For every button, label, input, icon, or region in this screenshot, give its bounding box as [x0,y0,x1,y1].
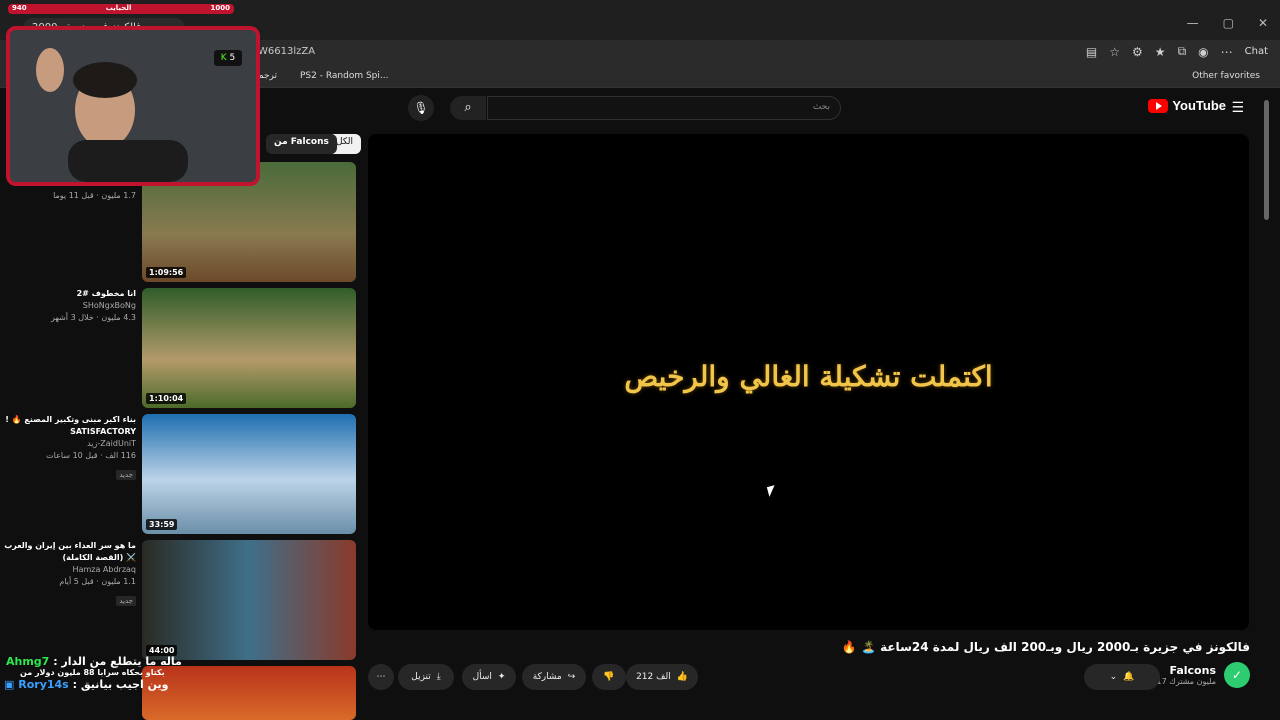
video-duration: 33:59 [146,519,178,530]
chat-message: ▣ Rory14s : وين اجيب بيانيق [4,678,168,691]
screen: فالكونز في جزيرة بـ2000 — ▢ ✕ W6613lzZA … [0,0,1280,720]
download-label: تنزيل [411,672,431,682]
download-button[interactable]: تنزيل ⤓ [398,664,454,690]
goal-current: 940 [12,4,27,12]
minimize-icon[interactable]: — [1187,16,1199,30]
video-duration: 1:10:04 [146,393,187,404]
like-count: 212 الف [636,672,671,682]
video-meta: انا مخطوف #2 SHoNgxBoNg 4.3 مليون · خلال… [2,288,136,324]
chat-username: Rory14s [18,678,69,691]
reader-icon[interactable]: ▤ [1086,45,1097,59]
channel-avatar[interactable]: ✓ [1224,662,1250,688]
favorites-icon[interactable]: ★ [1155,45,1166,59]
search-input[interactable]: بحث [487,96,841,120]
share-button[interactable]: مشاركة ↪ [522,664,586,690]
video-meta: 1.7 مليون · قبل 11 يوما [2,190,136,202]
chat-message: بكتاو بحكاه سرابا 88 مليون دولار من [20,668,165,677]
toolbar-icons: ▤ ☆ ⚙ ★ ⧉ ◉ ⋯ Chat [1086,44,1268,59]
video-views: 1.7 مليون · قبل 11 يوما [53,191,136,200]
chip-from-falcons[interactable]: من Falcons [266,134,337,154]
bell-icon: 🔔 [1123,672,1135,682]
video-title[interactable]: ما هو سر العداء بين إيران والعرب ⚔️ (الق… [2,540,136,564]
bookmark-translate[interactable]: ترجم [258,71,277,81]
bookmark-ps2[interactable]: PS2 - Random Spi... [300,71,388,81]
page-scrollbar[interactable] [1264,100,1269,220]
like-button[interactable]: 212 الف 👍 [626,664,698,690]
more-icon[interactable]: ⋯ [1221,45,1233,59]
chevron-down-icon: ⌄ [1109,672,1118,682]
video-meta: بناء اكبر مبنى وتكبير المصنع 🔥 ! SATISFA… [2,414,136,481]
kick-icon: K [220,53,227,63]
video-channel[interactable]: Hamza Abdrzaq [2,564,136,576]
video-title: فالكونز في جزيرة بـ2000 ريال وبـ200 الف … [841,640,1250,654]
video-thumbnail[interactable]: 44:00 [142,540,356,660]
video-overlay-text: اكتملت تشكيلة الغالي والرخيص [624,360,993,393]
close-icon[interactable]: ✕ [1258,16,1268,30]
thumbs-down-icon: 👎 [603,672,615,682]
extension-icon[interactable]: ⚙ [1132,45,1143,59]
video-views: 4.3 مليون · خلال 3 أشهر [50,313,136,322]
video-channel[interactable]: ZaidUniT-زيد [2,438,136,450]
ask-label: اسأل [472,672,492,682]
more-actions-button[interactable]: ⋯ [368,664,394,690]
video-views: 116 الف · قبل 10 ساعات [46,451,136,460]
youtube-logo-text: YouTube [1172,98,1226,113]
ask-button[interactable]: اسأل ✦ [462,664,516,690]
chat-text: : ماله ما يتطلع من الدار [53,655,182,668]
kick-viewer-count: K 5 [214,50,242,66]
youtube-play-icon [1148,98,1169,113]
chat-text: : وين اجيب بيانيق [72,678,169,691]
chat-badge-icon: ▣ [4,678,15,691]
dislike-button[interactable]: 👎 [592,664,626,690]
window-controls: — ▢ ✕ [1187,16,1268,30]
url-text[interactable]: W6613lzZA [258,46,315,57]
video-thumbnail[interactable] [142,666,356,720]
video-channel[interactable]: SHoNgxBoNg [2,300,136,312]
share-label: مشاركة [532,672,562,682]
chat-message: Ahmg7 : ماله ما يتطلع من الدار [6,655,182,668]
thumbs-up-icon: 👍 [676,672,688,682]
video-duration: 1:09:56 [146,267,187,278]
sparkle-icon: ✦ [497,672,506,682]
video-meta: ما هو سر العداء بين إيران والعرب ⚔️ (الق… [2,540,136,607]
video-title[interactable]: انا مخطوف #2 [2,288,136,300]
stream-goal-bar: 940 الحبايب 1000 [8,4,234,14]
video-title[interactable]: بناء اكبر مبنى وتكبير المصنع 🔥 ! SATISFA… [2,414,136,438]
collections-icon[interactable]: ⧉ [1178,44,1187,59]
youtube-logo[interactable]: YouTube [1148,98,1226,113]
new-badge: جديد [116,596,136,606]
channel-info[interactable]: Falcons 4.17 مليون مشترك ✓ [1149,662,1250,688]
goal-label: الحبايب [105,4,132,12]
other-favorites[interactable]: Other favorites [1192,71,1260,81]
goal-target: 1000 [210,4,230,12]
new-badge: جديد [116,470,136,480]
more-horizontal-icon: ⋯ [376,672,386,682]
video-thumbnail[interactable]: 1:10:04 [142,288,356,408]
microphone-icon[interactable]: 🎙 [408,95,434,121]
video-thumbnail[interactable]: 33:59 [142,414,356,534]
profile-icon[interactable]: ◉ [1198,45,1208,59]
menu-icon[interactable]: ☰ [1231,100,1244,116]
copilot-chat-button[interactable]: Chat [1245,46,1268,57]
chat-username: Ahmg7 [6,655,50,668]
video-views: 1.1 مليون · قبل 5 أيام [59,577,136,586]
search-icon[interactable]: ⌕ [450,96,486,120]
subscribe-bell-button[interactable]: ⌄ 🔔 [1084,664,1160,690]
favorite-star-icon[interactable]: ☆ [1109,45,1120,59]
restore-icon[interactable]: ▢ [1223,16,1234,30]
kick-count: 5 [229,53,236,63]
share-icon: ↪ [567,672,576,682]
download-icon: ⤓ [436,672,441,682]
